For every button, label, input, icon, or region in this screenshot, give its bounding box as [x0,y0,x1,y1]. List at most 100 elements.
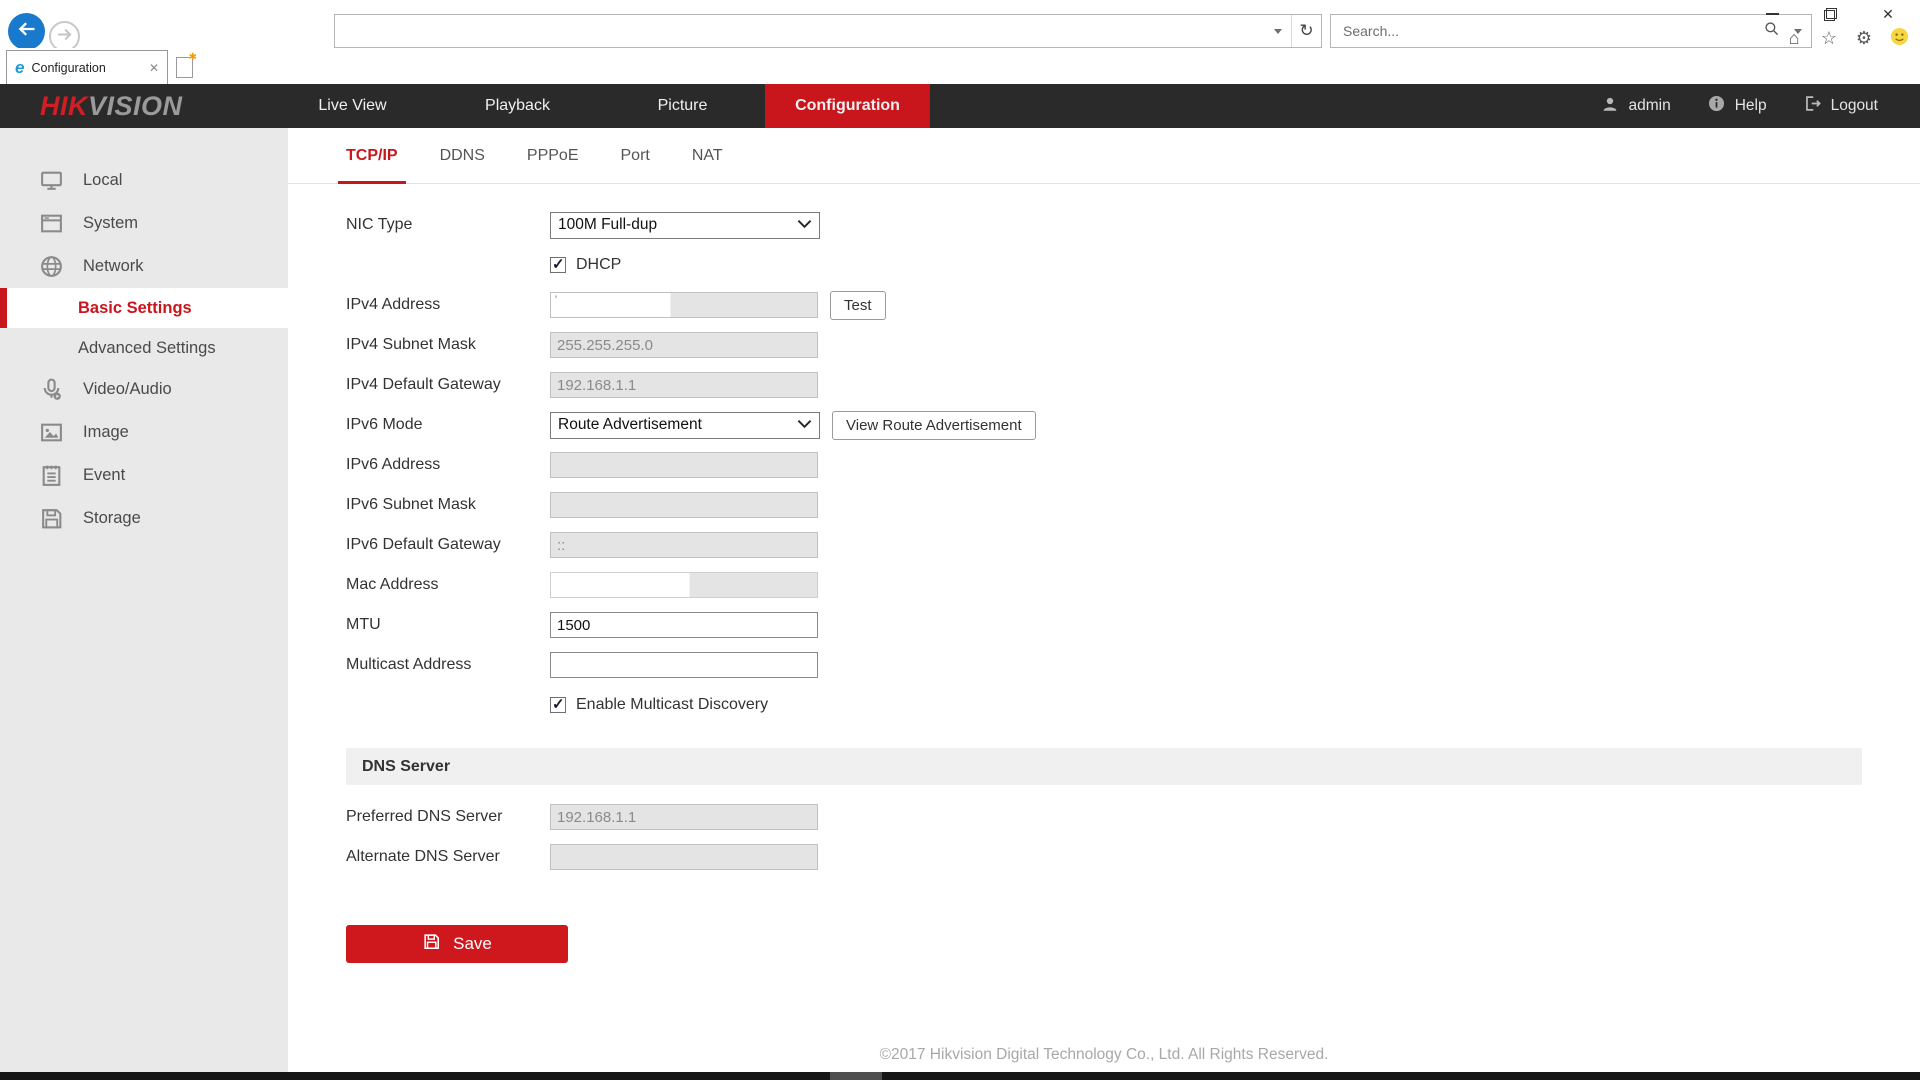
multicast-discovery-checkbox[interactable] [550,697,566,713]
save-label: Save [453,934,492,954]
ipv6-mode-select[interactable]: Route Advertisement [550,412,820,439]
user-indicator: admin [1601,95,1670,118]
logout-icon [1803,94,1822,118]
home-button[interactable]: ⌂ [1783,27,1805,48]
smiley-feedback-icon [1890,27,1909,49]
help-info-icon [1707,94,1726,118]
chevron-down-icon [797,216,812,234]
sidebar-item-label: Basic Settings [78,299,192,318]
sidebar: Local System Network Basic Settings Adva… [0,128,288,1072]
system-window-icon [38,210,65,237]
storage-floppy-icon [38,505,65,532]
chevron-down-icon [797,416,812,434]
sidebar-item-system[interactable]: System [0,202,288,245]
preferred-dns-label: Preferred DNS Server [346,808,550,826]
dhcp-label: DHCP [576,256,621,274]
image-icon [38,419,65,446]
logout-label: Logout [1831,97,1878,115]
preferred-dns-field [550,804,818,830]
nic-type-label: NIC Type [346,216,550,234]
tab-nat[interactable]: NAT [692,128,723,184]
sidebar-item-image[interactable]: Image [0,411,288,454]
dns-server-section-header: DNS Server [346,748,1862,785]
tab-close-icon[interactable]: ✕ [149,61,159,75]
bottom-bar-segment [830,1072,882,1080]
dhcp-checkbox[interactable] [550,257,566,273]
settings-tabs: TCP/IP DDNS PPPoE Port NAT [288,128,1920,184]
sidebar-item-storage[interactable]: Storage [0,497,288,540]
ipv6-gateway-field [550,532,818,558]
settings-gear-icon: ⚙ [1856,29,1872,47]
mac-address-label: Mac Address [346,576,550,594]
microphone-icon [38,376,65,403]
sidebar-item-local[interactable]: Local [0,159,288,202]
user-name: admin [1628,97,1670,115]
logout-button[interactable]: Logout [1803,94,1878,118]
sidebar-item-label: Storage [83,509,141,528]
restore-button[interactable] [1816,3,1844,25]
user-icon [1601,95,1619,118]
tcpip-form: NIC Type 100M Full-dup DHCP IPv4 Address… [288,184,1920,963]
view-route-advertisement-button[interactable]: View Route Advertisement [832,411,1036,440]
tab-ddns[interactable]: DDNS [440,128,485,184]
refresh-button[interactable]: ↻ [1291,15,1321,47]
ipv6-mode-value: Route Advertisement [558,416,702,434]
forward-icon [56,26,73,48]
sidebar-item-advanced-settings[interactable]: Advanced Settings [0,328,288,368]
main-content: TCP/IP DDNS PPPoE Port NAT NIC Type 100M… [288,128,1920,1072]
app-navbar: HIKVISION Live View Playback Picture Con… [0,84,1920,128]
hikvision-logo: HIKVISION [40,84,183,128]
feedback-button[interactable] [1888,27,1910,48]
ipv4-subnet-field [550,332,818,358]
ipv6-gateway-label: IPv6 Default Gateway [346,536,550,554]
ipv6-mode-label: IPv6 Mode [346,416,550,434]
help-button[interactable]: Help [1707,94,1767,118]
tab-pppoe[interactable]: PPPoE [527,128,579,184]
save-button[interactable]: Save [346,925,568,963]
ipv4-subnet-label: IPv4 Subnet Mask [346,336,550,354]
sidebar-item-basic-settings[interactable]: Basic Settings [0,288,288,328]
mtu-field[interactable] [550,612,818,638]
ie-page-icon: e [15,59,24,76]
browser-tab-configuration[interactable]: e Configuration ✕ [6,50,168,84]
copyright-footer: ©2017 Hikvision Digital Technology Co., … [288,1046,1920,1064]
alternate-dns-label: Alternate DNS Server [346,848,550,866]
tab-tcpip[interactable]: TCP/IP [346,128,398,184]
refresh-icon: ↻ [1299,21,1313,41]
close-button[interactable]: ✕ [1874,3,1902,25]
sidebar-item-event[interactable]: Event [0,454,288,497]
dns-section-title: DNS Server [362,758,450,776]
test-button[interactable]: Test [830,291,886,320]
ipv4-address-field[interactable] [550,292,818,318]
settings-button[interactable]: ⚙ [1853,27,1875,48]
url-input[interactable] [335,15,1265,47]
nic-type-value: 100M Full-dup [558,216,657,234]
sidebar-item-label: Advanced Settings [78,339,216,358]
nav-item-configuration[interactable]: Configuration [765,84,930,128]
browser-back-button[interactable] [8,13,45,50]
tab-title: Configuration [31,61,141,75]
nav-item-playback[interactable]: Playback [435,84,600,128]
nav-item-live-view[interactable]: Live View [270,84,435,128]
search-input[interactable] [1331,15,1759,47]
sidebar-item-video-audio[interactable]: Video/Audio [0,368,288,411]
sidebar-item-label: System [83,214,138,233]
ipv6-subnet-field [550,492,818,518]
multicast-address-field[interactable] [550,652,818,678]
copyright-text: ©2017 Hikvision Digital Technology Co., … [880,1046,1329,1063]
tab-port[interactable]: Port [621,128,650,184]
address-bar: ↻ [334,14,1322,48]
favorites-button[interactable]: ☆ [1818,27,1840,48]
event-note-icon [38,462,65,489]
url-dropdown-button[interactable] [1265,15,1291,47]
new-tab-button[interactable] [176,57,193,78]
sidebar-item-label: Event [83,466,125,485]
nic-type-select[interactable]: 100M Full-dup [550,212,820,239]
ipv6-address-field [550,452,818,478]
minimize-button[interactable] [1758,3,1786,25]
close-icon: ✕ [1882,6,1894,23]
browser-chrome: ↻ ✕ ⌂ ☆ ⚙ e Configuration [0,0,1920,84]
nav-item-picture[interactable]: Picture [600,84,765,128]
multicast-discovery-label: Enable Multicast Discovery [576,696,768,714]
sidebar-item-network[interactable]: Network [0,245,288,288]
